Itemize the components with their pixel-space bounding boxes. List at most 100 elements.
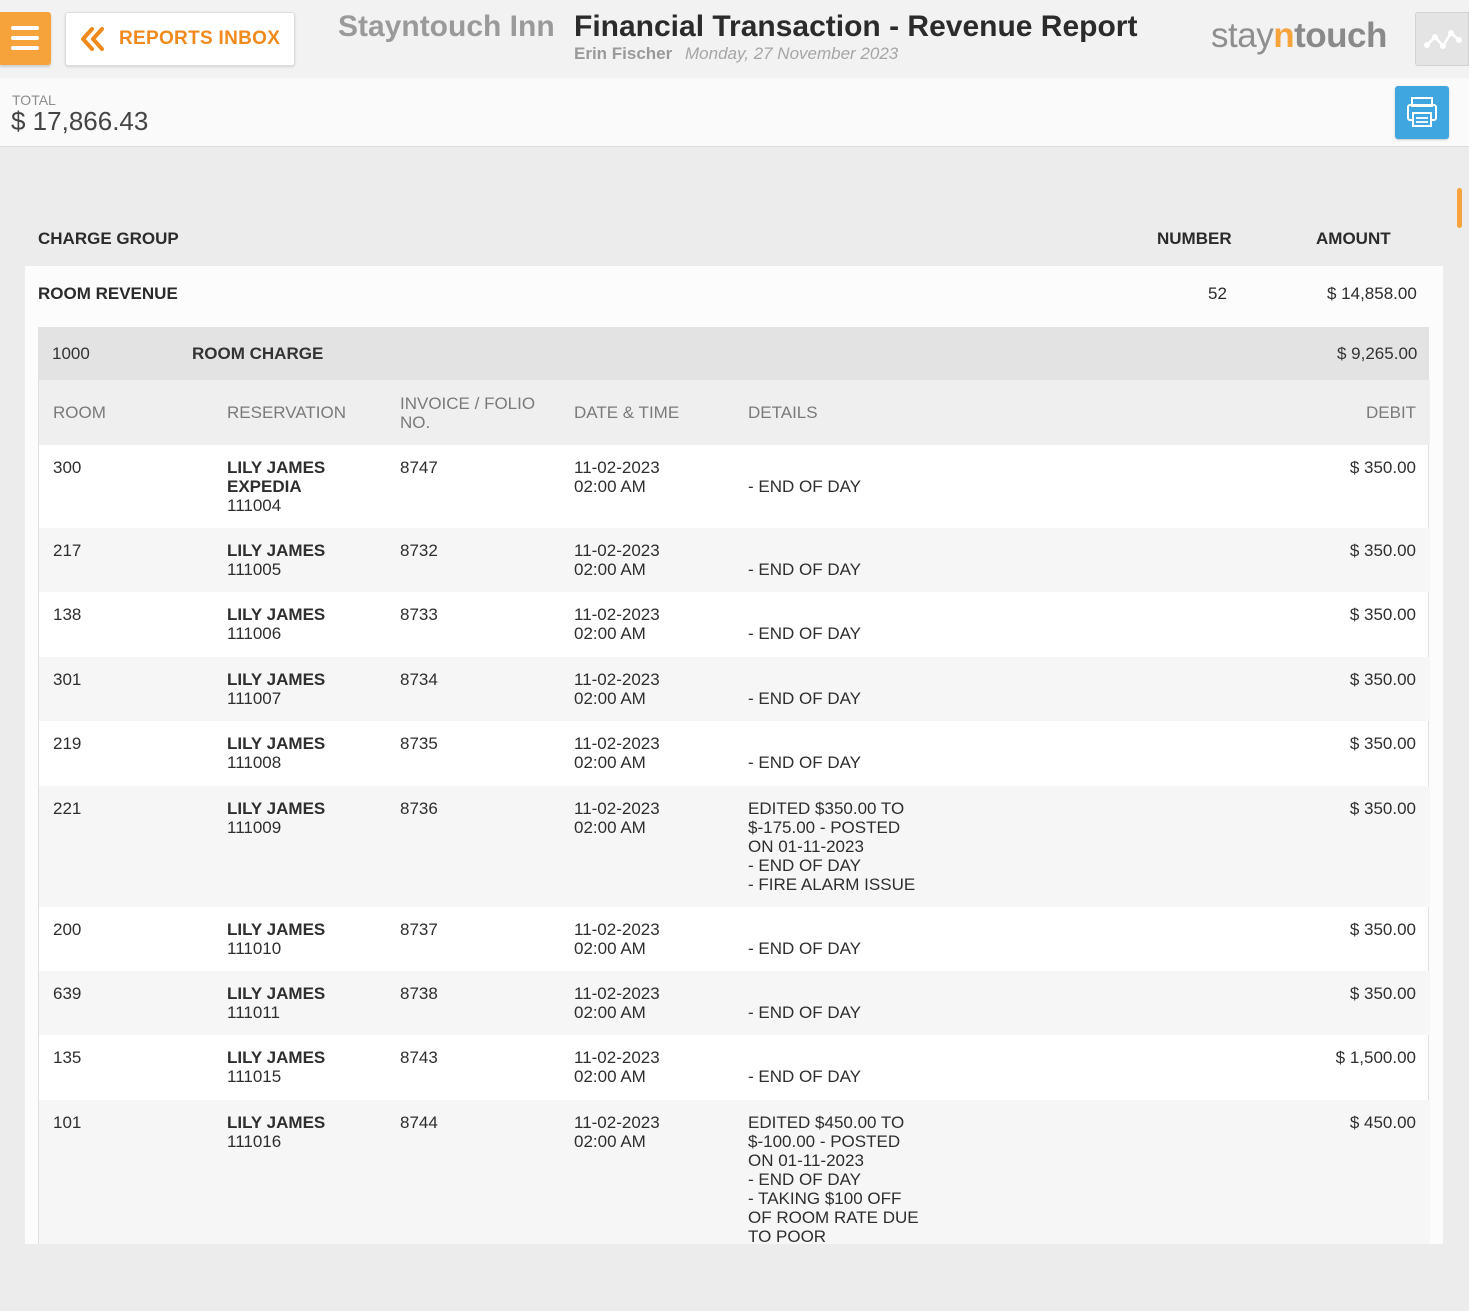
reservation-number: 111008	[227, 753, 282, 772]
table-row[interactable]: 217 LILY JAMES 111005 8732 11-02-2023 02:00 …	[39, 528, 1430, 592]
details-cell: - END OF DAY	[748, 689, 862, 708]
invoice-cell: 8734	[400, 670, 438, 689]
details-cell: - END OF DAY	[748, 939, 862, 958]
reservation-number: 111006	[227, 624, 282, 643]
invoice-cell: 8738	[400, 984, 438, 1003]
table-row[interactable]: 301 LILY JAMES 111007 8734 11-02-2023 02:00 …	[39, 657, 1430, 721]
reservation-number: 111015	[227, 1067, 282, 1086]
datetime-cell: 11-02-2023 02:00 AM	[574, 541, 660, 579]
reservation-cell[interactable]: LILY JAMES 111008	[227, 734, 325, 772]
datetime-cell: 11-02-2023 02:00 AM	[574, 670, 660, 708]
charge-group-amount: $ 14,858.00	[1327, 284, 1417, 303]
reservation-number: 111007	[227, 689, 282, 708]
debit-cell: $ 350.00	[1349, 984, 1416, 1003]
charge-group-header: CHARGE GROUP	[38, 229, 179, 248]
charge-code-name: ROOM CHARGE	[192, 344, 324, 363]
details-column-header: DETAILS	[748, 403, 818, 422]
scrollbar[interactable]	[1457, 188, 1462, 228]
number-header: NUMBER	[1157, 229, 1232, 248]
debit-column-header: DEBIT	[1366, 403, 1417, 422]
room-cell: 138	[53, 605, 82, 624]
invoice-cell: 8732	[400, 541, 438, 560]
room-cell: 300	[53, 458, 82, 477]
datetime-cell: 11-02-2023 02:00 AM	[574, 799, 660, 837]
table-row[interactable]: 135 LILY JAMES 111015 8743 11-02-2023 02:00 …	[39, 1035, 1430, 1100]
guest-name: LILY JAMES	[227, 984, 326, 1003]
debit-cell: $ 350.00	[1349, 670, 1416, 689]
charge-group-name[interactable]: ROOM REVENUE	[38, 284, 178, 304]
table-row[interactable]: 200 LILY JAMES 111010 8737 11-02-2023 02:00 …	[39, 907, 1430, 971]
reservation-cell[interactable]: LILY JAMES 111015	[227, 1048, 325, 1086]
guest-name: LILY JAMES EXPEDIA	[227, 458, 326, 496]
invoice-cell: 8747	[400, 458, 438, 477]
reservation-number: 111010	[227, 939, 282, 958]
guest-name: LILY JAMES	[227, 734, 326, 753]
debit-cell: $ 350.00	[1349, 605, 1416, 624]
room-cell: 301	[53, 670, 82, 689]
datetime-cell: 11-02-2023 02:00 AM	[574, 1048, 660, 1086]
report-title: Financial Transaction - Revenue Report	[574, 10, 1138, 43]
reservation-cell[interactable]: LILY JAMES 111009	[227, 799, 325, 837]
debit-cell: $ 350.00	[1349, 458, 1416, 477]
datetime-cell: 11-02-2023 02:00 AM	[574, 1113, 660, 1151]
table-row[interactable]: 219 LILY JAMES 111008 8735 11-02-2023 02:00 …	[39, 721, 1430, 786]
table-row[interactable]: 101 LILY JAMES 111016 8744 11-02-2023 02:00 …	[39, 1100, 1430, 1244]
room-cell: 219	[53, 734, 82, 753]
reservation-cell[interactable]: LILY JAMES 111010	[227, 920, 325, 958]
datetime-cell: 11-02-2023 02:00 AM	[574, 734, 660, 772]
invoice-column-header: INVOICE / FOLIO NO.	[400, 394, 536, 432]
amount-header: AMOUNT	[1316, 229, 1391, 248]
table-row[interactable]: 138 LILY JAMES 111006 8733 11-02-2023 02:00 …	[39, 592, 1430, 657]
charge-code: 1000	[52, 344, 90, 363]
room-cell: 217	[53, 541, 82, 560]
charge-code-row[interactable]: 1000 ROOM CHARGE $ 9,265.00	[38, 327, 1429, 380]
debit-cell: $ 350.00	[1349, 541, 1416, 560]
reports-inbox-button[interactable]: REPORTS INBOX	[65, 12, 295, 66]
details-cell: - END OF DAY	[748, 624, 862, 643]
reservation-cell[interactable]: LILY JAMES 111007	[227, 670, 325, 708]
graph-button[interactable]	[1415, 12, 1469, 66]
reservation-number: 111016	[227, 1132, 282, 1151]
table-row[interactable]: 300 LILY JAMES EXPEDIA 111004 8747 11-02-202…	[39, 445, 1430, 528]
datetime-column-header: DATE & TIME	[574, 403, 680, 422]
room-cell: 221	[53, 799, 82, 818]
debit-cell: $ 450.00	[1349, 1113, 1416, 1132]
charge-group-card: ROOM REVENUE 52 $ 14,858.00 1000 ROOM CH…	[25, 266, 1443, 1244]
invoice-cell: 8733	[400, 605, 438, 624]
double-chevron-left-icon	[81, 27, 104, 51]
reports-inbox-label: REPORTS INBOX	[119, 28, 281, 49]
reservation-number: 111011	[227, 1003, 280, 1022]
table-row[interactable]: 221 LILY JAMES 111009 8736 11-02-2023 02:00 …	[39, 786, 1430, 907]
total-value: $ 17,866.43	[11, 106, 149, 136]
details-cell: EDITED $350.00 TO $-175.00 - POSTED ON 0…	[748, 799, 916, 894]
invoice-cell: 8736	[400, 799, 438, 818]
hamburger-icon	[11, 26, 39, 30]
reservation-cell[interactable]: LILY JAMES EXPEDIA 111004	[227, 458, 325, 515]
guest-name: LILY JAMES	[227, 1048, 326, 1067]
datetime-cell: 11-02-2023 02:00 AM	[574, 605, 660, 643]
guest-name: LILY JAMES	[227, 799, 326, 818]
guest-name: LILY JAMES	[227, 920, 326, 939]
report-date: Monday, 27 November 2023	[685, 44, 899, 63]
datetime-cell: 11-02-2023 02:00 AM	[574, 920, 660, 958]
table-row[interactable]: 639 LILY JAMES 111011 8738 11-02-2023 02:00 …	[39, 971, 1430, 1035]
print-button[interactable]	[1395, 86, 1449, 139]
charge-code-amount: $ 9,265.00	[1337, 344, 1418, 363]
guest-name: LILY JAMES	[227, 541, 326, 560]
room-column-header: ROOM	[53, 403, 106, 422]
reservation-cell[interactable]: LILY JAMES 111006	[227, 605, 325, 643]
reservation-number: 111005	[227, 560, 282, 579]
room-cell: 135	[53, 1048, 82, 1067]
reservation-cell[interactable]: LILY JAMES 111011	[227, 984, 325, 1022]
menu-button[interactable]	[0, 12, 51, 65]
debit-cell: $ 350.00	[1349, 799, 1416, 818]
user-name: Erin Fischer	[574, 44, 673, 63]
reservation-cell[interactable]: LILY JAMES 111016	[227, 1113, 325, 1151]
guest-name: LILY JAMES	[227, 605, 326, 624]
line-graph-icon	[1424, 30, 1462, 49]
invoice-cell: 8743	[400, 1048, 438, 1067]
reservation-cell[interactable]: LILY JAMES 111005	[227, 541, 325, 579]
details-cell: - END OF DAY	[748, 477, 862, 496]
details-cell: - END OF DAY	[748, 753, 862, 772]
datetime-cell: 11-02-2023 02:00 AM	[574, 984, 660, 1022]
